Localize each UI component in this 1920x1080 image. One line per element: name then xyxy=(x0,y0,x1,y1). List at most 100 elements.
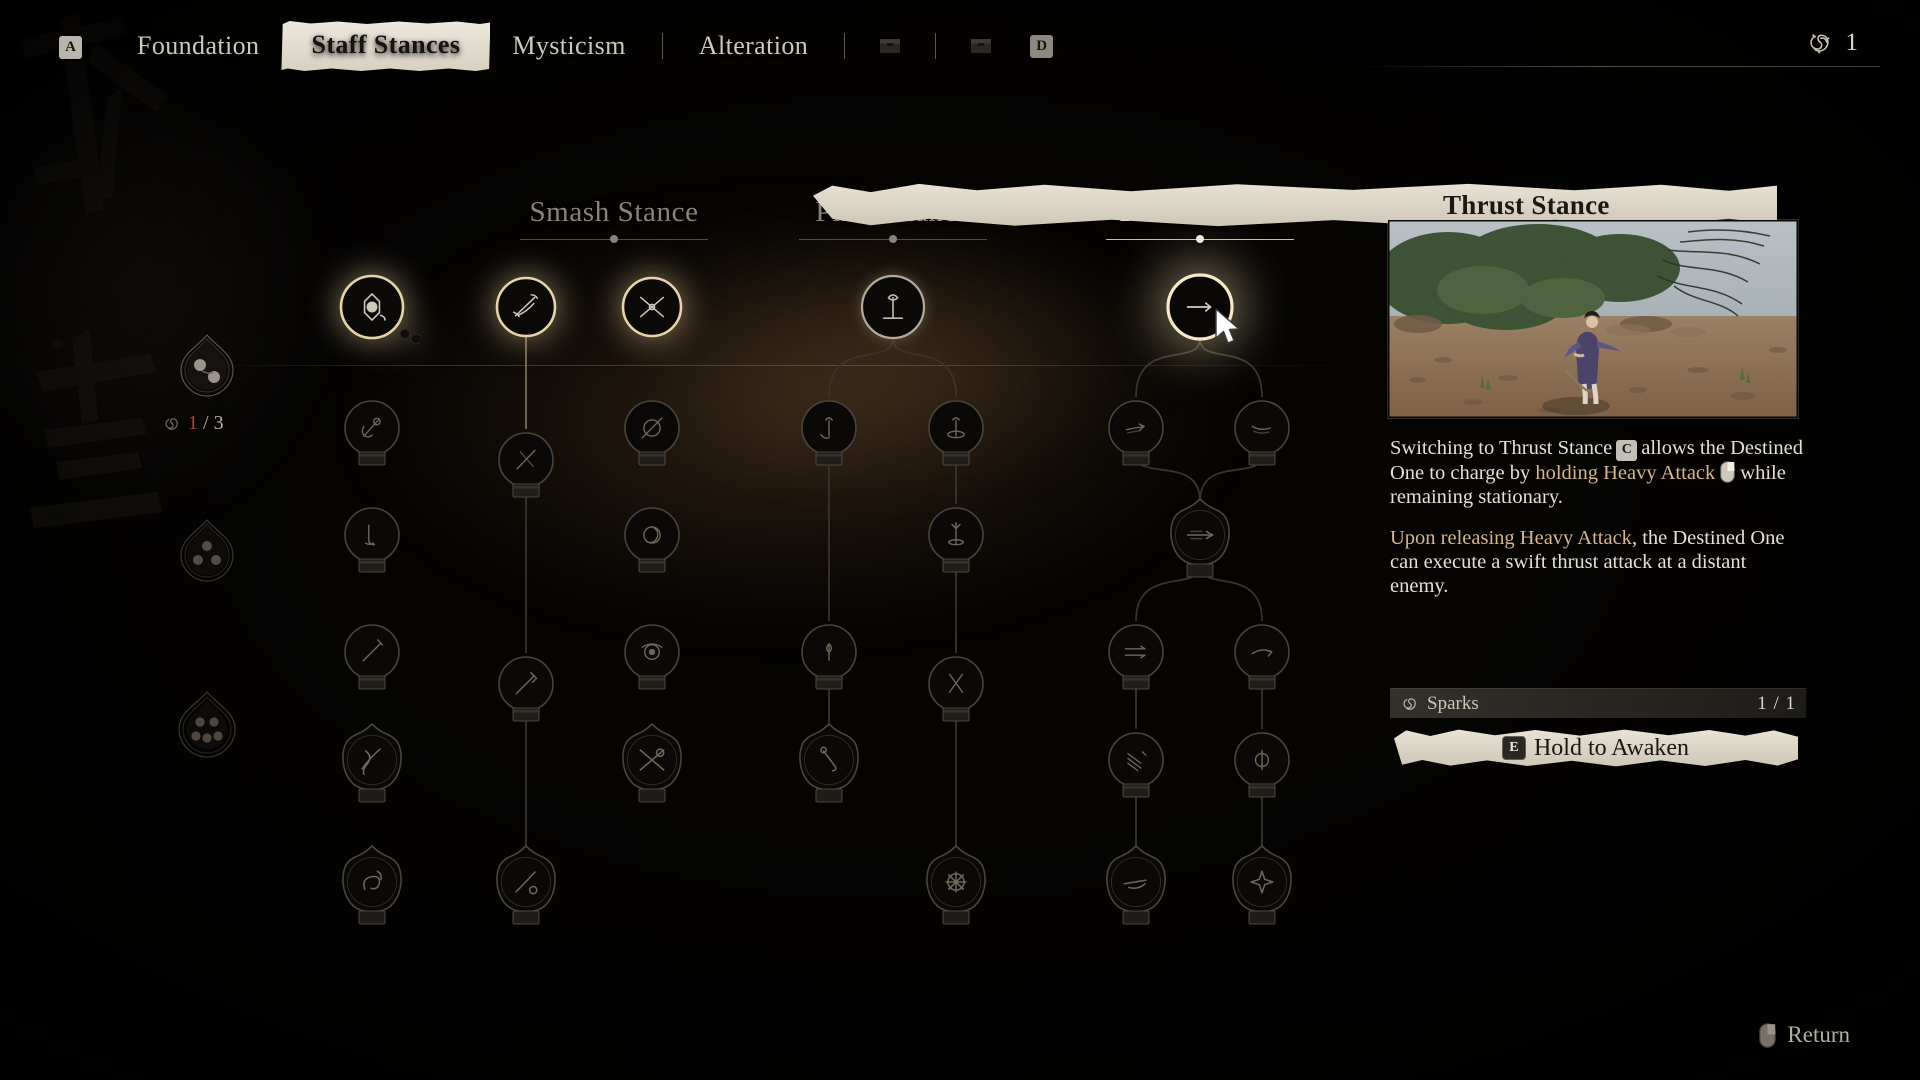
hook-curve-icon xyxy=(328,491,416,579)
awaken-label: Hold to Awaken xyxy=(1533,734,1690,761)
thrust-node-right2[interactable] xyxy=(1218,608,1306,696)
smash-node-c2[interactable] xyxy=(608,384,696,472)
smash-node-c5[interactable] xyxy=(605,713,699,807)
lock-icon xyxy=(971,38,992,53)
return-prompt[interactable]: Return xyxy=(1759,1022,1850,1048)
desc-p1-highlight: holding Heavy Attack xyxy=(1535,461,1716,484)
smash-node-b2[interactable] xyxy=(482,416,570,504)
pillar-node-left1[interactable] xyxy=(785,384,873,472)
pillar-node-right5[interactable] xyxy=(909,835,1003,929)
smash-stance-root[interactable] xyxy=(324,259,420,355)
skill-description: Switching to Thrust Stance Callows the De… xyxy=(1390,436,1806,615)
tab-separator xyxy=(661,33,663,59)
top-navigation-bar: A Foundation Staff Stances Mysticism Alt… xyxy=(0,0,1920,92)
tier-2[interactable] xyxy=(160,515,290,589)
tier-3[interactable] xyxy=(160,689,290,763)
spark-knot-icon xyxy=(1403,697,1416,710)
pillar-node-right2[interactable] xyxy=(912,491,1000,579)
pillar-node-right1[interactable] xyxy=(912,384,1000,472)
pillar-stance-root[interactable] xyxy=(845,259,941,355)
orb-gem-icon xyxy=(324,259,420,355)
coil-swirl-icon xyxy=(325,835,419,929)
tab-foundation[interactable]: Foundation xyxy=(115,31,281,61)
tab-locked-2[interactable] xyxy=(950,38,1012,55)
lock-icon xyxy=(880,38,901,53)
column-rule-smash xyxy=(484,234,744,246)
ribbon-staff-icon xyxy=(325,713,419,807)
sparks-cost-row: Sparks 1 / 1 xyxy=(1390,688,1806,718)
orb-spin-icon xyxy=(608,608,696,696)
nav-prev-key[interactable]: A xyxy=(59,36,82,59)
staff-slash-icon xyxy=(482,416,570,504)
tier-1-badge xyxy=(170,330,244,404)
thrust-node-right1[interactable] xyxy=(1218,384,1306,472)
thrust-node-right3[interactable] xyxy=(1218,716,1306,804)
mouse-pointer xyxy=(1215,308,1240,344)
tab-separator xyxy=(935,33,937,59)
pillar-node-left3[interactable] xyxy=(785,608,873,696)
smash-node-a4[interactable] xyxy=(328,608,416,696)
thrust-node-left4[interactable] xyxy=(1089,835,1183,929)
swirl-ring-icon xyxy=(608,491,696,579)
tier-1-sep: / xyxy=(203,412,209,434)
staff-thrust-icon xyxy=(328,608,416,696)
key-c-badge: C xyxy=(1616,439,1638,461)
pillar-drop-icon xyxy=(785,608,873,696)
tier-1-cost-text: 1 / 3 xyxy=(188,412,224,435)
thrust-node-left1[interactable] xyxy=(1092,384,1180,472)
thrust-node-left2[interactable] xyxy=(1092,608,1180,696)
smash-node-a3[interactable] xyxy=(328,491,416,579)
right-mouse-icon xyxy=(1759,1022,1777,1048)
desc-p2-highlight: Upon releasing Heavy Attack xyxy=(1390,526,1632,549)
tab-mysticism[interactable]: Mysticism xyxy=(490,31,647,61)
tier-2-badge xyxy=(170,515,244,589)
smash-node-b6[interactable] xyxy=(479,835,573,929)
smash-node-a5[interactable] xyxy=(325,713,419,807)
smash-node-c3[interactable] xyxy=(608,491,696,579)
smash-node-a1[interactable] xyxy=(480,261,572,353)
column-title-smash: Smash Stance xyxy=(529,196,699,228)
thrust-dash-icon xyxy=(1218,384,1306,472)
hold-to-awaken-button[interactable]: E Hold to Awaken xyxy=(1394,728,1798,768)
description-paragraph-1: Switching to Thrust Stance Callows the De… xyxy=(1390,436,1806,509)
return-label: Return xyxy=(1787,1022,1850,1047)
smash-node-a2[interactable] xyxy=(328,384,416,472)
tab-list: Foundation Staff Stances Mysticism Alter… xyxy=(115,0,1054,92)
staff-pierce-icon xyxy=(482,640,570,728)
smash-node-a6[interactable] xyxy=(325,835,419,929)
nav-next-key[interactable]: D xyxy=(1030,34,1054,58)
staff-slant-icon xyxy=(608,384,696,472)
staff-fist-icon xyxy=(328,384,416,472)
thrust-node-right4[interactable] xyxy=(1215,835,1309,929)
tab-staff-stances[interactable]: Staff Stances xyxy=(281,21,491,71)
pillar-node-left4[interactable] xyxy=(782,713,876,807)
pillar-fork-icon xyxy=(912,640,1000,728)
thrust-spear-icon xyxy=(1092,384,1180,472)
pillar-burst-icon xyxy=(912,491,1000,579)
crossed-staff-icon xyxy=(605,713,699,807)
tier-1[interactable]: 1 / 3 xyxy=(160,330,290,435)
thrust-ring-icon xyxy=(1218,716,1306,804)
smash-node-b4[interactable] xyxy=(482,640,570,728)
thrust-node-mid[interactable] xyxy=(1153,488,1247,582)
spark-knot-icon xyxy=(1809,34,1829,54)
smash-node-b1[interactable] xyxy=(606,261,698,353)
pillar-hook-icon xyxy=(782,713,876,807)
pillar-node-right3[interactable] xyxy=(912,640,1000,728)
column-rule-pillar xyxy=(763,234,1023,246)
tab-alteration[interactable]: Alteration xyxy=(677,31,830,61)
description-paragraph-2: Upon releasing Heavy Attack, the Destine… xyxy=(1390,526,1806,599)
pillar-arc-icon xyxy=(785,384,873,472)
smash-node-c4[interactable] xyxy=(608,608,696,696)
thrust-rain-icon xyxy=(1092,716,1180,804)
thrust-glide-icon xyxy=(1218,608,1306,696)
right-mouse-icon xyxy=(1720,460,1736,483)
column-rule-thrust xyxy=(1070,234,1330,246)
thrust-node-left3[interactable] xyxy=(1092,716,1180,804)
staff-cross-icon xyxy=(606,261,698,353)
thrust-long-icon xyxy=(1153,488,1247,582)
tab-locked-1[interactable] xyxy=(859,38,921,55)
staff-sweep-icon xyxy=(480,261,572,353)
spark-count-value: 1 xyxy=(1845,29,1859,56)
tier-1-max: 3 xyxy=(213,412,224,434)
